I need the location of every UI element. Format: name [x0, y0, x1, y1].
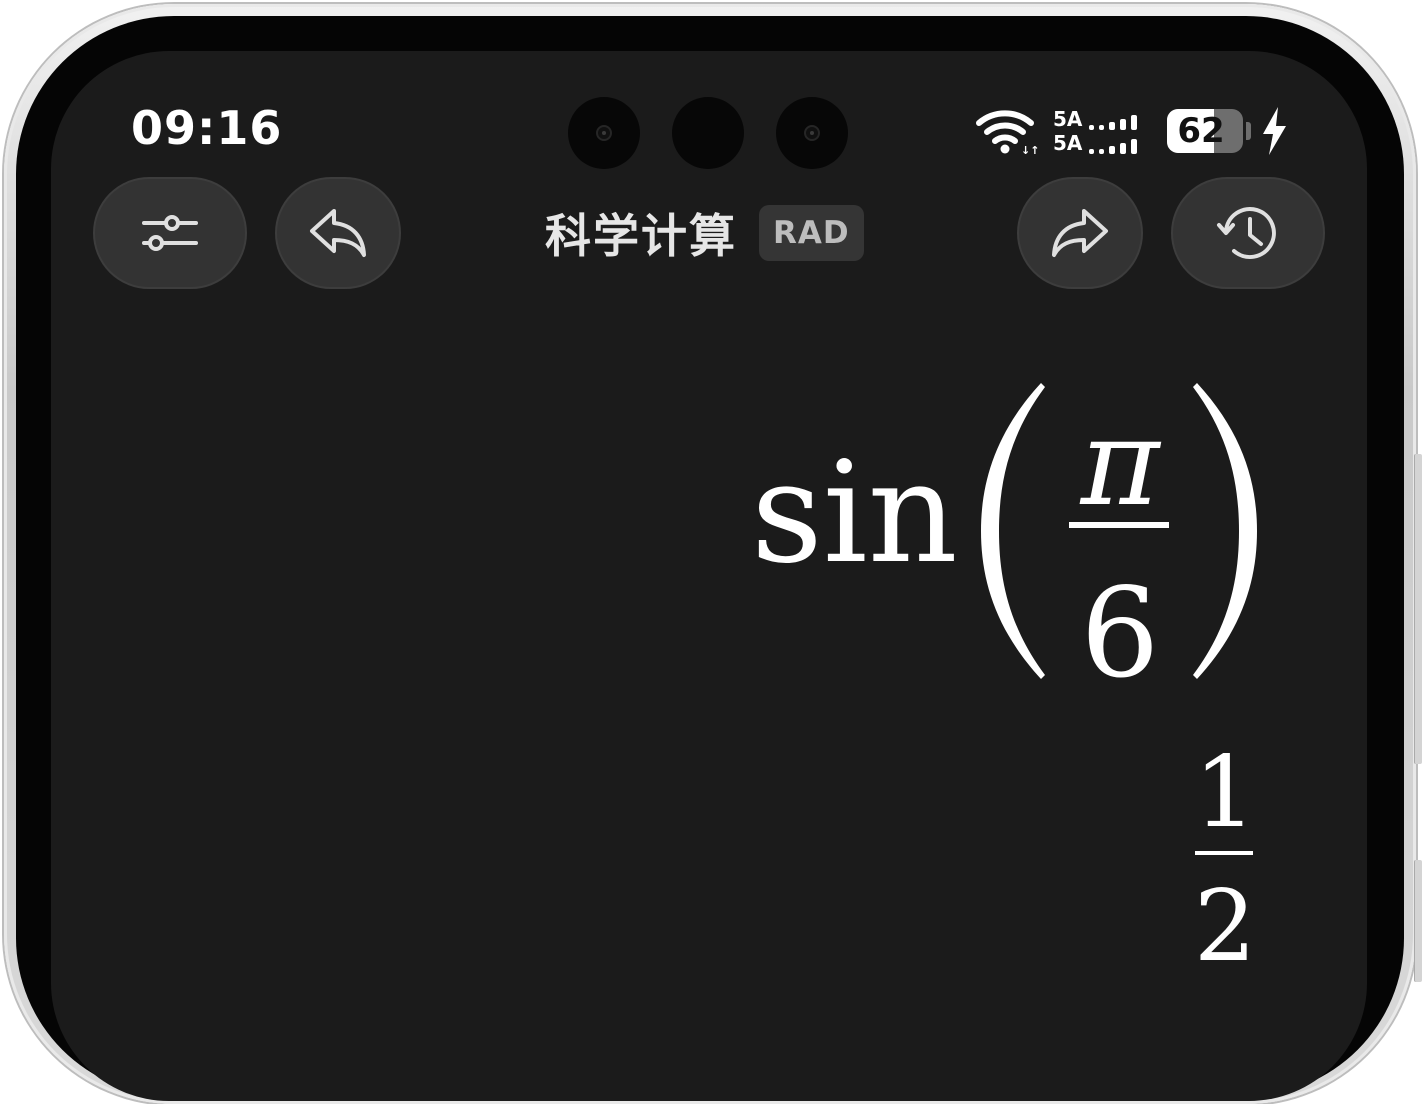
settings-sliders-icon: [142, 215, 198, 251]
result-denominator: 2: [1193, 870, 1257, 984]
history-clock-icon: [1217, 207, 1276, 259]
expression-function: sin: [751, 432, 958, 595]
result-numerator: 1: [1193, 736, 1257, 850]
page-title: 科学计算: [545, 209, 737, 263]
argument-denominator: 6: [1080, 562, 1160, 706]
redo-icon: [1052, 209, 1108, 257]
camera-icon: [568, 97, 640, 169]
battery-level: 62: [1177, 111, 1225, 151]
right-parenthesis: [1193, 383, 1257, 679]
side-button: [1414, 454, 1422, 764]
undo-icon: [310, 209, 366, 257]
camera-icon: [672, 97, 744, 169]
network-label: 5A: [1053, 107, 1083, 131]
battery-cap: [1246, 122, 1251, 140]
result-fraction-bar: [1195, 851, 1253, 855]
svg-text:↓↑: ↓↑: [1021, 144, 1039, 155]
camera-icon: [776, 97, 848, 169]
screen: 09:16 ↓↑ 5A 5A 62 科学计算 RAD sin π 6 1 2: [51, 51, 1367, 1101]
redo-button[interactable]: [1017, 177, 1143, 289]
history-button[interactable]: [1171, 177, 1325, 289]
signal-icon: 5A 5A: [1053, 105, 1153, 157]
argument-numerator: π: [1080, 394, 1160, 533]
charging-icon: [1263, 107, 1286, 155]
undo-button[interactable]: [275, 177, 401, 289]
left-parenthesis: [981, 383, 1045, 679]
side-button: [1414, 860, 1422, 982]
title-group: 科学计算 RAD: [545, 201, 864, 265]
status-time: 09:16: [131, 101, 283, 155]
battery-icon: 62: [1167, 109, 1243, 153]
settings-button[interactable]: [93, 177, 247, 289]
wifi-icon: ↓↑: [976, 110, 1039, 155]
network-label: 5A: [1053, 131, 1083, 155]
angle-mode-badge[interactable]: RAD: [759, 205, 864, 261]
argument-fraction-bar: [1069, 522, 1169, 528]
